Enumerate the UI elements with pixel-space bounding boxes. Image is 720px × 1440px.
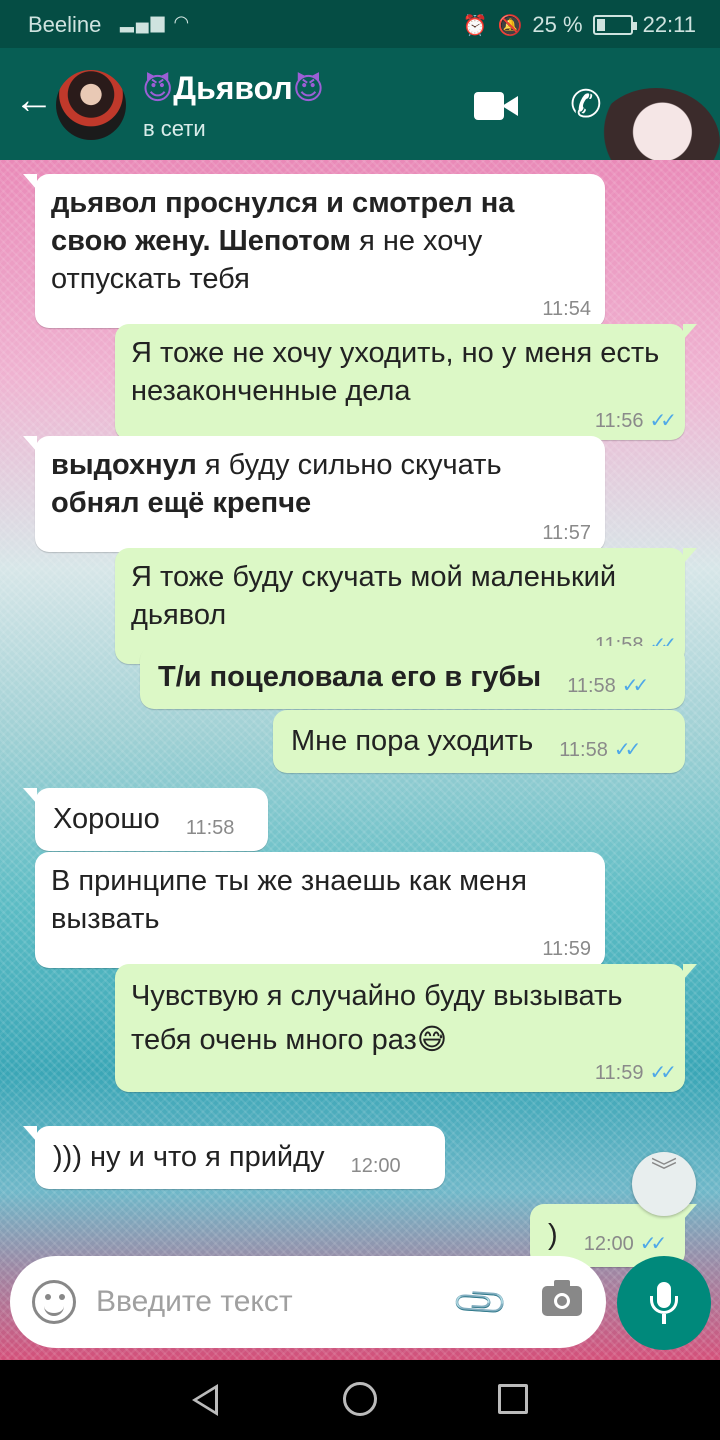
contact-avatar[interactable]	[56, 70, 126, 140]
alarm-icon: ⏰	[462, 14, 488, 37]
message-text: В принципе ты же знаешь как меня вызвать	[51, 865, 527, 935]
devil-emoji-right: 😈	[292, 73, 325, 106]
message-text: я буду сильно скучать	[196, 449, 502, 481]
message-time: 12:00	[350, 1155, 401, 1177]
message-time: 11:54	[542, 298, 591, 320]
message-time: 11:56 ✓✓	[594, 410, 677, 432]
double-chevron-down-icon[interactable]: ︾	[632, 1152, 696, 1216]
battery-fill	[596, 19, 605, 31]
contact-name[interactable]: 😈Дьявол😈	[142, 70, 324, 107]
message-text: Я тоже не хочу уходить, но у меня есть н…	[131, 337, 660, 407]
message-text: Я тоже буду скучать мой маленький дьявол	[131, 561, 617, 631]
video-call-icon[interactable]	[474, 92, 518, 120]
message-time: 11:58 ✓✓	[559, 739, 641, 761]
message-outgoing[interactable]: Т/и поцеловала его в губы 11:58 ✓✓	[140, 646, 685, 709]
message-composer: 📎	[10, 1256, 606, 1348]
nav-recents-icon[interactable]	[498, 1384, 528, 1414]
battery-icon	[592, 15, 637, 35]
message-text: ))) ну и что я прийду	[53, 1141, 325, 1173]
signal-wifi-icon: ▂▄▆ ◠	[120, 12, 192, 32]
mute-bell-icon: 🔕	[497, 14, 523, 37]
read-ticks-icon: ✓✓	[613, 739, 641, 761]
nav-back-icon[interactable]	[192, 1384, 218, 1416]
message-incoming[interactable]: выдохнул я буду сильно скучать обнял ещё…	[23, 436, 605, 552]
message-text: Хорошо	[53, 803, 160, 835]
read-ticks-icon: ✓✓	[621, 675, 649, 697]
message-action-text: обнял ещё крепче	[51, 487, 312, 519]
status-bar: Beeline ▂▄▆ ◠ ⏰ 🔕 25 % 22:11	[0, 0, 720, 48]
message-action-text: выдохнул	[51, 449, 197, 481]
message-incoming[interactable]: ))) ну и что я прийду 12:00	[23, 1126, 445, 1189]
message-incoming[interactable]: В принципе ты же знаешь как меня вызвать…	[35, 852, 605, 968]
message-text: Чувствую я случайно буду вызывать тебя о…	[131, 980, 623, 1056]
message-time: 11:58 ✓✓	[567, 675, 649, 697]
nav-home-icon[interactable]	[343, 1382, 377, 1416]
carrier-name: Beeline	[28, 12, 102, 37]
sweat-smile-emoji: 😅	[416, 1024, 448, 1056]
message-outgoing[interactable]: Чувствую я случайно буду вызывать тебя о…	[115, 964, 697, 1092]
system-nav-bar	[0, 1360, 720, 1440]
message-action-text: Т/и поцеловала его в губы	[158, 661, 542, 693]
devil-emoji-left: 😈	[142, 73, 174, 106]
message-incoming[interactable]: дьявол проснулся и смотрел на свою жену.…	[23, 174, 605, 328]
arrow-left-icon[interactable]: ←	[14, 80, 54, 120]
message-time: 11:57	[542, 522, 591, 544]
message-input[interactable]	[96, 1276, 426, 1328]
message-text: )	[548, 1219, 558, 1251]
message-time: 11:59	[542, 938, 591, 960]
read-ticks-icon: ✓✓	[649, 410, 676, 432]
message-text: Мне пора уходить	[291, 725, 534, 757]
message-time: 11:59 ✓✓	[594, 1062, 677, 1084]
read-ticks-icon: ✓✓	[639, 1233, 667, 1255]
contact-name-text: Дьявол	[173, 70, 293, 106]
message-outgoing[interactable]: Мне пора уходить 11:58 ✓✓	[273, 710, 685, 773]
message-outgoing[interactable]: Я тоже не хочу уходить, но у меня есть н…	[115, 324, 697, 440]
chat-wallpaper: дьявол проснулся и смотрел на свою жену.…	[0, 160, 720, 1360]
chat-header: ← 😈Дьявол😈 в сети ✆	[0, 48, 720, 198]
read-ticks-icon: ✓✓	[649, 1062, 676, 1084]
emoji-icon[interactable]	[32, 1280, 76, 1324]
contact-status: в сети	[143, 116, 206, 141]
battery-percent: 25 %	[532, 12, 583, 37]
clock: 22:11	[642, 12, 696, 37]
paperclip-icon[interactable]: 📎	[450, 1272, 511, 1333]
message-incoming[interactable]: Хорошо 11:58	[23, 788, 268, 851]
microphone-icon[interactable]	[617, 1256, 711, 1350]
camera-icon[interactable]	[542, 1280, 582, 1316]
message-time: 12:00 ✓✓	[583, 1233, 667, 1255]
message-time: 11:58	[185, 817, 235, 839]
